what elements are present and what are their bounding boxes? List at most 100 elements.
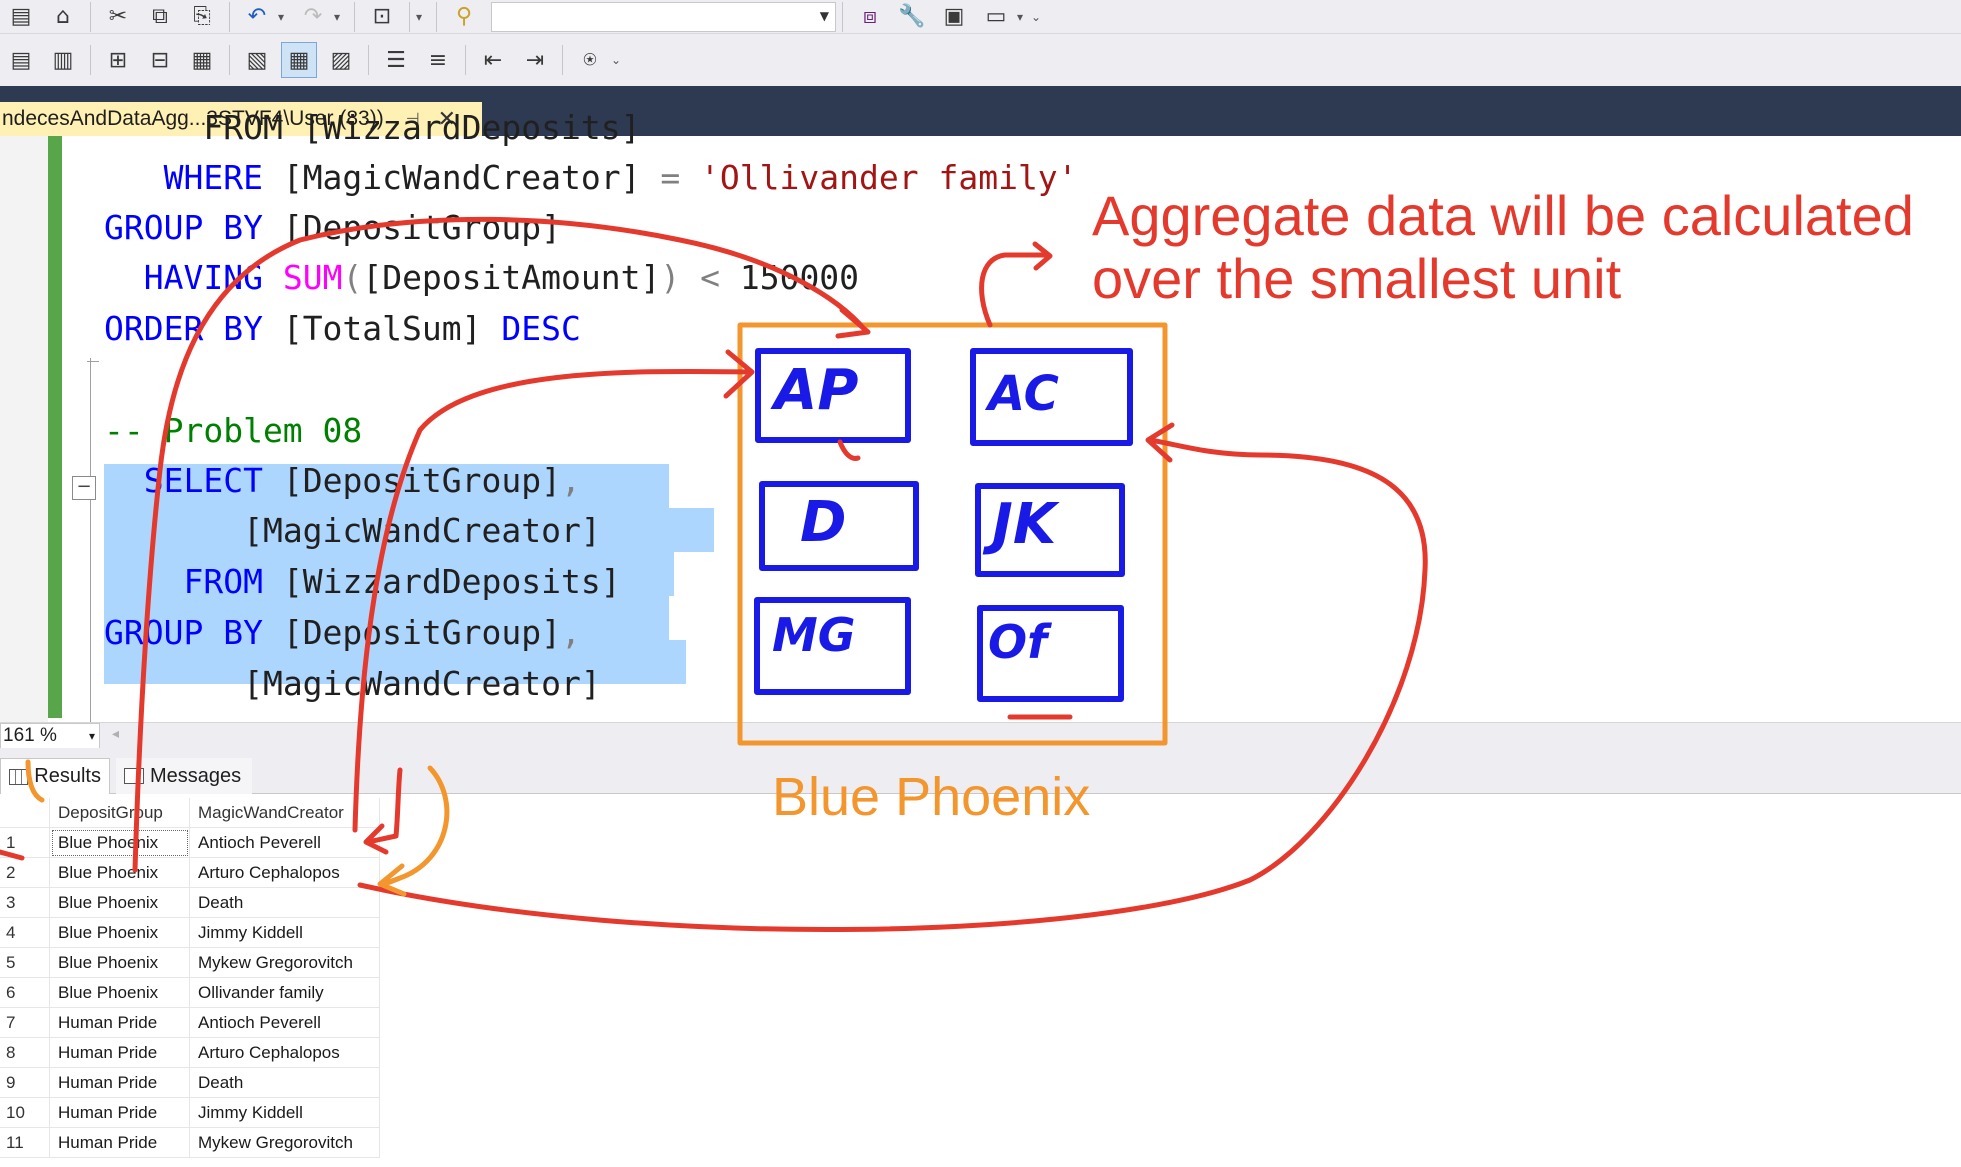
specify-values-icon[interactable]: ⍟ xyxy=(572,42,608,78)
deposit-group-cell[interactable]: Human Pride xyxy=(50,1038,190,1068)
new-query-icon[interactable]: ▤ xyxy=(3,0,39,35)
sql-operator: < xyxy=(680,258,720,297)
table-row[interactable]: 1 Blue Phoenix Antioch Peverell xyxy=(0,828,380,858)
vs-icon[interactable]: ⧈ xyxy=(852,0,888,35)
solution-explorer-icon[interactable]: ⊡ xyxy=(364,0,400,35)
row-number[interactable]: 10 xyxy=(0,1098,50,1128)
column-header[interactable]: DepositGroup xyxy=(50,798,190,828)
actual-plan-icon[interactable]: ⊟ xyxy=(142,42,178,78)
grid-corner[interactable] xyxy=(0,798,50,828)
undo-dropdown-icon[interactable]: ▾ xyxy=(278,10,292,24)
undo-icon[interactable]: ↶ xyxy=(239,0,275,35)
table-row[interactable]: 7 Human Pride Antioch Peverell xyxy=(0,1008,380,1038)
query-editor[interactable]: − FROM [WizzardDeposits] WHERE [MagicWan… xyxy=(0,108,1961,722)
table-row[interactable]: 6 Blue Phoenix Ollivander family xyxy=(0,978,380,1008)
results-to-text-icon[interactable]: ▤ xyxy=(3,42,39,78)
deposit-group-cell[interactable]: Blue Phoenix xyxy=(50,858,190,888)
client-statistics-icon[interactable]: ▦ xyxy=(184,42,220,78)
wand-creator-cell[interactable]: Antioch Peverell xyxy=(190,828,380,858)
deposit-group-cell[interactable]: Blue Phoenix xyxy=(50,948,190,978)
toolbox-icon[interactable]: ▣ xyxy=(936,0,972,35)
copy-icon[interactable]: ⧉ xyxy=(142,0,178,35)
table-row[interactable]: 4 Blue Phoenix Jimmy Kiddell xyxy=(0,918,380,948)
uncomment-icon[interactable]: ≡ xyxy=(420,42,456,78)
deposit-group-cell[interactable]: Human Pride xyxy=(50,1098,190,1128)
collapse-icon[interactable]: − xyxy=(72,476,96,500)
scroll-left-icon[interactable]: ◂ xyxy=(112,726,119,742)
results-to-file-icon[interactable]: ▥ xyxy=(45,42,81,78)
row-number[interactable]: 4 xyxy=(0,918,50,948)
find-combo[interactable]: ▼ xyxy=(491,1,836,32)
column-header[interactable]: MagicWandCreator xyxy=(190,798,380,828)
table-row[interactable]: 8 Human Pride Arturo Cephalopos xyxy=(0,1038,380,1068)
code-line: SELECT [DepositGroup], xyxy=(104,459,581,503)
outdent-icon[interactable]: ⇤ xyxy=(475,42,511,78)
deposit-group-cell[interactable]: Blue Phoenix xyxy=(50,828,190,858)
redo-dropdown-icon[interactable]: ▾ xyxy=(334,10,348,24)
wand-creator-cell[interactable]: Mykew Gregorovitch xyxy=(190,1128,380,1158)
wand-creator-cell[interactable]: Antioch Peverell xyxy=(190,1008,380,1038)
wrench-icon[interactable]: 🔧 xyxy=(894,0,930,35)
results-to-grid-icon[interactable]: ▦ xyxy=(281,42,317,78)
sql-function: SUM xyxy=(262,258,343,297)
deposit-group-cell[interactable]: Human Pride xyxy=(50,1068,190,1098)
wand-creator-cell[interactable]: Death xyxy=(190,888,380,918)
row-number[interactable]: 9 xyxy=(0,1068,50,1098)
zoom-select[interactable]: 161 % ▾ xyxy=(0,723,100,749)
toolbar-overflow-icon[interactable]: ⌄ xyxy=(611,53,625,67)
table-row[interactable]: 11 Human Pride Mykew Gregorovitch xyxy=(0,1128,380,1158)
table-row[interactable]: 5 Blue Phoenix Mykew Gregorovitch xyxy=(0,948,380,978)
sql-keyword: GROUP BY xyxy=(104,613,263,652)
wand-creator-cell[interactable]: Jimmy Kiddell xyxy=(190,918,380,948)
row-number[interactable]: 8 xyxy=(0,1038,50,1068)
config-dropdown-icon[interactable]: ▾ xyxy=(416,10,430,24)
code-line: ORDER BY [TotalSum] DESC xyxy=(104,307,581,351)
row-number[interactable]: 6 xyxy=(0,978,50,1008)
wand-creator-cell[interactable]: Ollivander family xyxy=(190,978,380,1008)
wand-creator-cell[interactable]: Jimmy Kiddell xyxy=(190,1098,380,1128)
console-icon[interactable]: ▭ xyxy=(978,0,1014,35)
chevron-down-icon[interactable]: ▼ xyxy=(820,9,829,23)
cut-icon[interactable]: ✂ xyxy=(100,0,136,35)
table-row[interactable]: 9 Human Pride Death xyxy=(0,1068,380,1098)
wand-creator-cell[interactable]: Mykew Gregorovitch xyxy=(190,948,380,978)
code-line: [MagicWandCreator] xyxy=(104,662,601,706)
row-number[interactable]: 7 xyxy=(0,1008,50,1038)
row-number[interactable]: 3 xyxy=(0,888,50,918)
chevron-down-icon[interactable]: ▾ xyxy=(89,724,95,748)
console-dropdown-icon[interactable]: ▾ xyxy=(1017,10,1031,24)
wand-creator-cell[interactable]: Arturo Cephalopos xyxy=(190,1038,380,1068)
sql-editor-toolbar: ▤ ▥ ⊞ ⊟ ▦ ▧ ▦ ▨ ☰ ≡ ⇤ ⇥ ⍟ ⌄ xyxy=(0,34,1961,86)
row-number[interactable]: 11 xyxy=(0,1128,50,1158)
indent-icon[interactable]: ⇥ xyxy=(517,42,553,78)
deposit-group-cell[interactable]: Blue Phoenix xyxy=(50,978,190,1008)
row-number[interactable]: 2 xyxy=(0,858,50,888)
sql-keyword: DESC xyxy=(481,309,581,348)
database-icon[interactable]: ⌂ xyxy=(45,0,81,35)
change-tracking-bar xyxy=(48,136,62,718)
deposit-group-cell[interactable]: Blue Phoenix xyxy=(50,918,190,948)
deposit-group-cell[interactable]: Blue Phoenix xyxy=(50,888,190,918)
comment-icon[interactable]: ☰ xyxy=(378,42,414,78)
table-row[interactable]: 3 Blue Phoenix Death xyxy=(0,888,380,918)
toolbar-overflow-icon[interactable]: ⌄ xyxy=(1031,10,1045,24)
row-number[interactable]: 1 xyxy=(0,828,50,858)
row-number[interactable]: 5 xyxy=(0,948,50,978)
include-plan-icon[interactable]: ▨ xyxy=(323,42,359,78)
sql-keyword: ORDER BY xyxy=(104,309,263,348)
deposit-group-cell[interactable]: Human Pride xyxy=(50,1008,190,1038)
table-row[interactable]: 10 Human Pride Jimmy Kiddell xyxy=(0,1098,380,1128)
estimated-plan-icon[interactable]: ⊞ xyxy=(100,42,136,78)
find-icon[interactable]: ⚲ xyxy=(446,0,482,35)
wand-creator-cell[interactable]: Arturo Cephalopos xyxy=(190,858,380,888)
tab-results[interactable]: Results xyxy=(0,758,110,794)
redo-icon[interactable]: ↷ xyxy=(295,0,331,35)
deposit-group-cell[interactable]: Human Pride xyxy=(50,1128,190,1158)
paste-icon[interactable]: ⎘ xyxy=(184,0,220,35)
sql-keyword: SELECT xyxy=(143,461,263,500)
toolbar-separator xyxy=(90,1,91,32)
table-row[interactable]: 2 Blue Phoenix Arturo Cephalopos xyxy=(0,858,380,888)
wand-creator-cell[interactable]: Death xyxy=(190,1068,380,1098)
tab-messages[interactable]: Messages xyxy=(116,758,252,794)
query-options-icon[interactable]: ▧ xyxy=(239,42,275,78)
